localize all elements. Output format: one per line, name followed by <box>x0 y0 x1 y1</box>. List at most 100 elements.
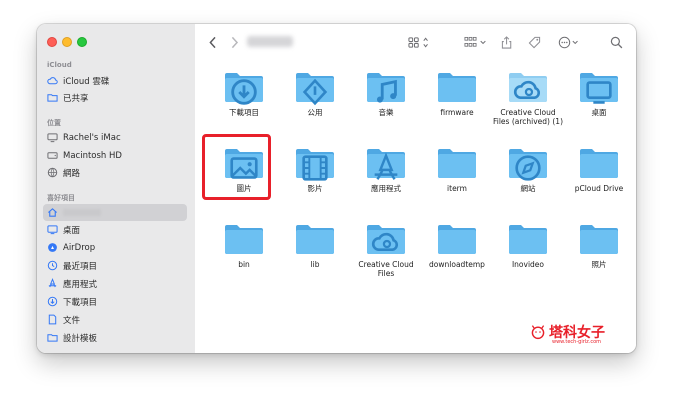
toolbar <box>195 24 636 60</box>
home-icon <box>47 207 58 218</box>
zoom-button[interactable] <box>77 37 87 47</box>
sidebar-item-macintosh-hd[interactable]: Macintosh HD <box>43 147 187 164</box>
watermark-mascot-icon <box>531 325 545 340</box>
group-grid-icon <box>464 36 486 47</box>
folder-label: 影片 <box>307 184 323 193</box>
folder-item[interactable]: downloadtemp <box>422 222 492 296</box>
action-menu-button[interactable] <box>557 35 581 49</box>
folder-item[interactable]: 下載項目 <box>209 70 279 144</box>
sidebar-item-label: 網路 <box>63 168 81 179</box>
sites-emblem-icon <box>508 155 548 181</box>
sidebar-item-label: 設計模板 <box>63 333 98 344</box>
folder-label: downloadtemp <box>429 260 485 269</box>
folder-item[interactable]: Creative Cloud Files <box>351 222 421 296</box>
folder-icon <box>224 222 264 256</box>
folder-label: firmware <box>440 108 474 117</box>
applications-emblem-icon <box>366 152 406 180</box>
desktop-emblem-icon <box>579 81 619 104</box>
highlight-box <box>202 134 271 200</box>
folder-item[interactable]: 網站 <box>493 146 563 220</box>
desktop-icon <box>47 224 58 235</box>
folder-item[interactable]: 公用 <box>280 70 350 144</box>
window-title <box>247 36 293 47</box>
folder-item[interactable]: Inovideo <box>493 222 563 296</box>
disk-icon <box>47 150 58 161</box>
folder-item[interactable]: iterm <box>422 146 492 220</box>
sidebar-item-shared[interactable]: 已共享 <box>43 89 187 106</box>
sidebar-item-downloads[interactable]: 下載項目 <box>43 293 187 310</box>
forward-button[interactable] <box>229 35 241 49</box>
folder-item[interactable]: 應用程式 <box>351 146 421 220</box>
watermark-url: www.tech-girlz.com <box>552 339 602 345</box>
folder-label: Inovideo <box>511 260 545 269</box>
sidebar-item-label: 已共享 <box>63 93 89 104</box>
folder-item[interactable]: lib <box>280 222 350 296</box>
folder-item[interactable]: 影片 <box>280 146 350 220</box>
share-icon <box>502 35 512 49</box>
search-button[interactable] <box>609 35 623 49</box>
folder-icon <box>295 222 335 256</box>
shared-folder-icon <box>47 92 58 103</box>
sidebar-item-imac[interactable]: Rachel's iMac <box>43 129 187 146</box>
chevron-right-icon <box>232 36 239 48</box>
folder-item[interactable]: bin <box>209 222 279 296</box>
window-controls <box>47 37 87 47</box>
sidebar-item-airdrop[interactable]: AirDrop <box>43 239 187 256</box>
sidebar-item-label: 桌面 <box>63 225 81 236</box>
document-icon <box>47 314 58 325</box>
sidebar-item-icloud-drive[interactable]: iCloud 雲碟 <box>43 72 187 89</box>
minimize-button[interactable] <box>62 37 72 47</box>
creative-cloud-emblem-icon <box>366 232 406 253</box>
sidebar-item-home[interactable] <box>43 204 187 221</box>
sidebar-item-network[interactable]: 網路 <box>43 164 187 181</box>
folder-icon <box>579 146 619 180</box>
sidebar-item-label: iCloud 雲碟 <box>63 76 110 87</box>
folder-icon <box>366 146 406 180</box>
applications-icon <box>47 278 58 289</box>
sidebar-item-applications[interactable]: 應用程式 <box>43 275 187 292</box>
folder-item[interactable]: 音樂 <box>351 70 421 144</box>
download-emblem-icon <box>224 79 264 105</box>
folder-item[interactable]: 照片 <box>564 222 634 296</box>
folder-icon <box>366 70 406 104</box>
folder-item[interactable]: Creative Cloud Files (archived) (1) <box>493 70 563 144</box>
sidebar-item-label: Macintosh HD <box>63 150 122 161</box>
sidebar-item-desktop[interactable]: 桌面 <box>43 221 187 238</box>
folder-label: 照片 <box>591 260 607 269</box>
sidebar-item-documents[interactable]: 文件 <box>43 311 187 328</box>
sidebar-item-design-templates[interactable]: 設計模板 <box>43 329 187 346</box>
folder-icon <box>508 222 548 256</box>
sidebar-item-label: AirDrop <box>63 242 96 253</box>
finder-window: iCloud iCloud 雲碟 已共享 位置 Rachel's iMac Ma… <box>37 24 636 353</box>
folder-icon <box>508 146 548 181</box>
ellipsis-circle-icon <box>558 36 578 48</box>
folder-icon <box>47 332 58 343</box>
view-mode-button[interactable] <box>407 35 433 49</box>
public-emblem-icon <box>295 78 335 106</box>
folder-label: 音樂 <box>378 108 394 117</box>
search-icon <box>610 36 622 48</box>
tag-button[interactable] <box>526 35 542 49</box>
redacted-username <box>63 209 101 216</box>
music-emblem-icon <box>366 79 406 103</box>
close-button[interactable] <box>47 37 57 47</box>
folder-label: bin <box>238 260 250 269</box>
folder-icon <box>437 70 477 104</box>
folder-item[interactable]: pCloud Drive <box>564 146 634 220</box>
folder-label: Creative Cloud Files <box>358 260 414 278</box>
back-button[interactable] <box>207 35 219 49</box>
folder-label: Creative Cloud Files (archived) (1) <box>493 108 563 126</box>
share-button[interactable] <box>500 35 514 49</box>
folder-icon <box>295 70 335 106</box>
sidebar-item-label: 最近項目 <box>63 261 98 272</box>
group-button[interactable] <box>463 35 489 49</box>
folder-icon <box>366 222 406 256</box>
folder-label: 下載項目 <box>229 108 259 117</box>
sidebar: iCloud iCloud 雲碟 已共享 位置 Rachel's iMac Ma… <box>37 24 196 353</box>
sidebar-item-recents[interactable]: 最近項目 <box>43 257 187 274</box>
tag-icon <box>528 36 540 48</box>
sidebar-section-icloud: iCloud <box>47 61 72 69</box>
folder-item[interactable]: 桌面 <box>564 70 634 144</box>
folder-item[interactable]: firmware <box>422 70 492 144</box>
folder-icon <box>437 222 477 256</box>
